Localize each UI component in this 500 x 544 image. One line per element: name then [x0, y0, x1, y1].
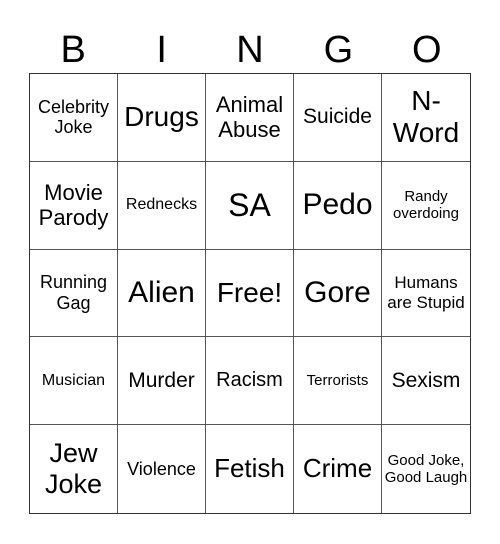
bingo-cell[interactable]: Alien — [118, 249, 206, 338]
bingo-cell[interactable]: Movie Parody — [30, 161, 118, 250]
bingo-header: B I N G O — [29, 28, 471, 72]
bingo-cell[interactable]: Drugs — [118, 74, 206, 162]
bingo-cell[interactable]: N-Word — [382, 74, 470, 162]
bingo-cell[interactable]: Free! — [206, 249, 294, 338]
bingo-cell[interactable]: Rednecks — [118, 161, 206, 250]
header-letter-i: I — [156, 29, 167, 71]
bingo-cell[interactable]: Celebrity Joke — [30, 74, 118, 162]
bingo-grid: Celebrity Joke Drugs Animal Abuse Suicid… — [29, 73, 471, 514]
bingo-cell[interactable]: Animal Abuse — [206, 74, 294, 162]
bingo-cell[interactable]: Gore — [294, 249, 382, 338]
bingo-cell[interactable]: Crime — [294, 425, 382, 513]
bingo-cell[interactable]: Sexism — [382, 337, 470, 426]
bingo-cell[interactable]: Good Joke, Good Laugh — [382, 425, 470, 513]
bingo-cell[interactable]: Jew Joke — [30, 425, 118, 513]
header-letter-g: G — [323, 29, 354, 71]
bingo-cell[interactable]: Murder — [118, 337, 206, 426]
bingo-cell[interactable]: Musician — [30, 337, 118, 426]
header-letter-o: O — [412, 29, 442, 71]
bingo-cell[interactable]: Violence — [118, 425, 206, 513]
bingo-cell[interactable]: SA — [206, 161, 294, 250]
bingo-cell[interactable]: Randy overdoing — [382, 162, 470, 250]
header-letter-b: B — [60, 29, 86, 71]
bingo-cell[interactable]: Running Gag — [30, 249, 118, 338]
bingo-cell[interactable]: Racism — [206, 337, 294, 426]
bingo-cell[interactable]: Pedo — [294, 161, 382, 250]
bingo-cell[interactable]: Terrorists — [294, 337, 382, 426]
header-letter-n: N — [236, 29, 264, 71]
bingo-cell[interactable]: Fetish — [206, 425, 294, 513]
bingo-cell[interactable]: Humans are Stupid — [382, 250, 470, 338]
bingo-cell[interactable]: Suicide — [294, 74, 382, 162]
